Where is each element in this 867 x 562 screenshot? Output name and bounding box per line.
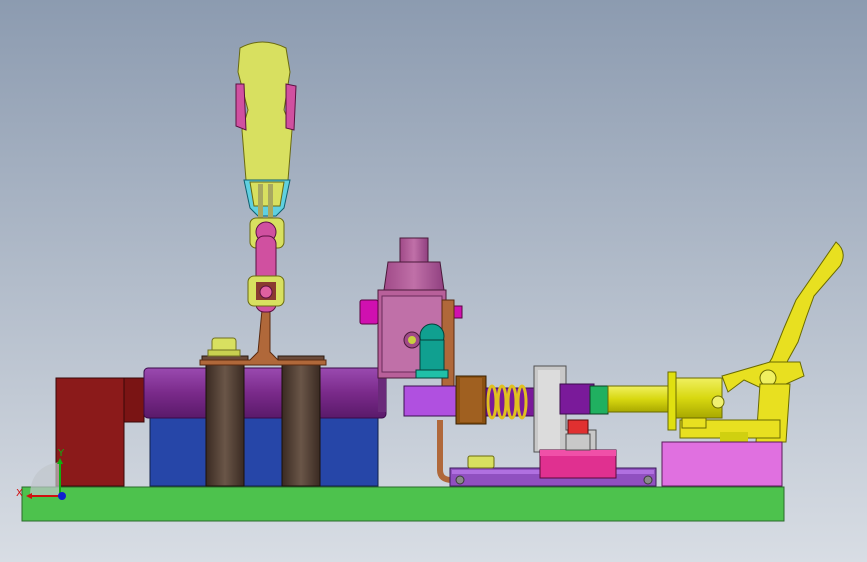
triad-z-axis-icon <box>58 492 66 500</box>
pink-base-block[interactable] <box>661 441 783 487</box>
purple-cylinder[interactable] <box>143 367 387 419</box>
purple-rod[interactable] <box>559 383 595 415</box>
post-cap <box>207 337 241 357</box>
triad-x-label: X <box>16 488 23 499</box>
base-plate[interactable] <box>21 486 785 522</box>
dark-post-right[interactable] <box>277 355 325 487</box>
toggle-clamp-caps <box>681 417 707 429</box>
violet-housing[interactable] <box>403 385 461 417</box>
teal-connector[interactable] <box>415 323 449 379</box>
rail-cap <box>467 455 495 469</box>
dark-post-left[interactable] <box>201 355 249 487</box>
triad-y-label: Y <box>57 448 65 459</box>
brown-nut[interactable] <box>455 375 487 425</box>
cad-model-scene[interactable]: X Y <box>0 0 867 562</box>
blue-block[interactable] <box>149 415 379 487</box>
green-collar[interactable] <box>589 385 609 415</box>
graphics-viewport[interactable]: X Y <box>0 0 867 562</box>
magenta-fitting-left[interactable] <box>359 299 379 325</box>
